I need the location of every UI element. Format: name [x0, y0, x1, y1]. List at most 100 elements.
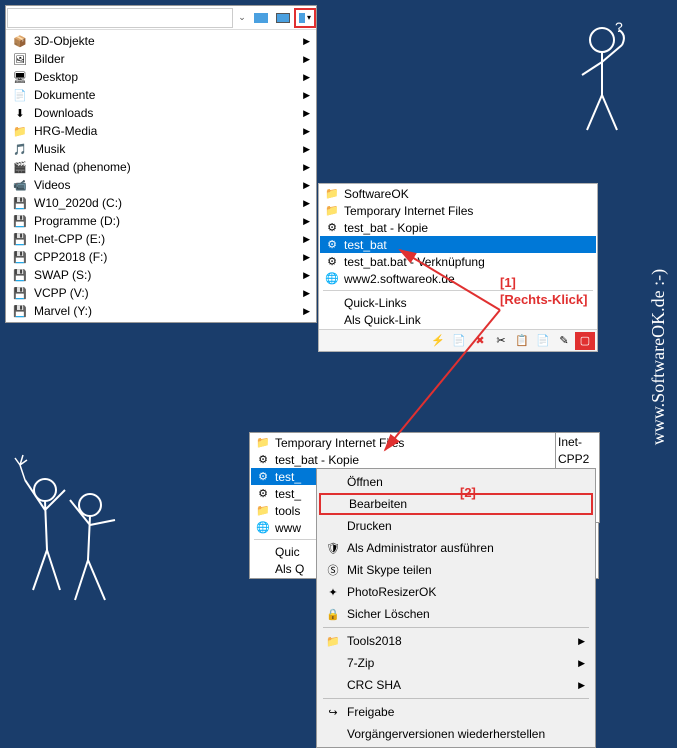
drive-label: SWAP (S:)	[34, 268, 91, 282]
annotation-1b: [Rechts-Klick]	[500, 292, 587, 307]
drive-item[interactable]: 💾W10_2020d (C:)▶	[6, 194, 316, 212]
context-menu-item[interactable]: ✦ PhotoResizerOK	[319, 581, 593, 603]
submenu-arrow-icon: ▶	[303, 144, 310, 155]
view-icon-1[interactable]	[250, 8, 272, 28]
drive-label: Videos	[34, 178, 70, 192]
menu-separator	[323, 627, 589, 628]
drive-icon: 📄	[12, 88, 28, 102]
context-menu-item[interactable]: ↪ Freigabe	[319, 701, 593, 723]
file-icon: ⚙	[324, 221, 340, 235]
menu-item-label: Mit Skype teilen	[347, 563, 432, 577]
address-dropdown-icon[interactable]: ⌄	[234, 12, 250, 23]
file-icon: ⚙	[324, 238, 340, 252]
file-label: test_	[275, 470, 301, 484]
file-icon: 📁	[324, 187, 340, 201]
file-icon: 📁	[255, 504, 271, 518]
context-menu-item[interactable]: ⓈMit Skype teilen	[319, 559, 593, 581]
context-menu-item[interactable]: 7-Zip ▶	[319, 652, 593, 674]
file-item[interactable]: ⚙ test_bat - Kopie	[320, 219, 596, 236]
submenu-arrow-icon: ▶	[303, 198, 310, 209]
drive-label: Musik	[34, 142, 65, 156]
context-menu-item[interactable]: Drucken	[319, 515, 593, 537]
drive-item[interactable]: 📦3D-Objekte▶	[6, 32, 316, 50]
annotation-2: [2]	[460, 485, 476, 500]
svg-text:?: ?	[615, 20, 623, 35]
drive-icon: 💾	[12, 250, 28, 264]
menu-item-label: Vorgängerversionen wiederherstellen	[347, 727, 545, 741]
drive-item[interactable]: 🖼Bilder▶	[6, 50, 316, 68]
drive-item[interactable]: 💾SWAP (S:)▶	[6, 266, 316, 284]
context-menu: Öffnen Bearbeiten Drucken 🛡Als Administrato…	[316, 468, 596, 748]
drive-item[interactable]: 💾Inet-CPP (E:)▶	[6, 230, 316, 248]
file-icon: 📁	[324, 204, 340, 218]
file-item[interactable]: 📁SoftwareOK	[320, 185, 596, 202]
menu-item-label: Drucken	[347, 519, 392, 533]
file-icon: 🌐	[324, 272, 340, 286]
context-menu-item[interactable]: Bearbeiten	[319, 493, 593, 515]
menu-item-label: CRC SHA	[347, 678, 401, 692]
context-menu-item[interactable]: CRC SHA▶	[319, 674, 593, 696]
submenu-arrow-icon: ▶	[578, 658, 585, 669]
submenu-arrow-icon: ▶	[303, 180, 310, 191]
file-item[interactable]: 📁Temporary Internet Files	[320, 202, 596, 219]
context-menu-item[interactable]: Öffnen	[319, 471, 593, 493]
drive-label: VCPP (V:)	[34, 286, 89, 300]
drive-item[interactable]: 💾Marvel (Y:)▶	[6, 302, 316, 320]
drive-item[interactable]: 📹Videos▶	[6, 176, 316, 194]
menu-item-icon: ↪	[325, 706, 341, 719]
drive-icon: 💾	[12, 232, 28, 246]
menu-item-icon: 🛡	[325, 542, 341, 555]
drive-item[interactable]: 📁HRG-Media▶	[6, 122, 316, 140]
drive-item[interactable]: ⬇Downloads▶	[6, 104, 316, 122]
menu-item-label: 7-Zip	[347, 656, 374, 670]
submenu-arrow-icon: ▶	[578, 636, 585, 647]
submenu-arrow-icon: ▶	[303, 90, 310, 101]
context-menu-item[interactable]: 🔒 Sicher Löschen	[319, 603, 593, 625]
context-menu-item[interactable]: Vorgängerversionen wiederherstellen	[319, 723, 593, 745]
drive-item[interactable]: 💾VCPP (V:)▶	[6, 284, 316, 302]
drive-icon: 💾	[12, 304, 28, 318]
drive-label: Dokumente	[34, 88, 95, 102]
context-menu-item[interactable]: 🛡Als Administrator ausführen	[319, 537, 593, 559]
submenu-arrow-icon: ▶	[303, 270, 310, 281]
view-icon-2[interactable]	[272, 8, 294, 28]
drive-item[interactable]: 💾 CPP2018 (F:) ▶	[6, 248, 316, 266]
drive-label: W10_2020d (C:)	[34, 196, 122, 210]
drive-icon: 💾	[12, 214, 28, 228]
menu-item-label: PhotoResizerOK	[347, 585, 436, 599]
menu-item-label: Sicher Löschen	[347, 607, 430, 621]
file-label: test_bat - Kopie	[275, 453, 359, 467]
drive-item[interactable]: 🎵 Musik ▶	[6, 140, 316, 158]
drive-item[interactable]: 🖥Desktop▶	[6, 68, 316, 86]
submenu-arrow-icon: ▶	[303, 252, 310, 263]
menu-item-label: Bearbeiten	[349, 497, 407, 511]
drive-item[interactable]: 📄 Dokumente ▶	[6, 86, 316, 104]
monitor-dropdown-icon[interactable]: ▾	[294, 8, 316, 28]
submenu-arrow-icon: ▶	[303, 288, 310, 299]
submenu-arrow-icon: ▶	[303, 216, 310, 227]
drive-item[interactable]: 💾Programme (D:)▶	[6, 212, 316, 230]
drive-icon: 🎵	[12, 142, 28, 156]
menu-item-label: Öffnen	[347, 475, 383, 489]
menu-item-label: Freigabe	[347, 705, 394, 719]
submenu-arrow-icon: ▶	[303, 126, 310, 137]
menu-item-icon: ✦	[325, 586, 341, 599]
watermark: www.SoftwareOK.de :-)	[648, 268, 669, 444]
address-input[interactable]	[7, 8, 233, 28]
drive-label: CPP2018 (F:)	[34, 250, 107, 264]
figure-dancing	[5, 430, 145, 630]
submenu-arrow-icon: ▶	[303, 162, 310, 173]
context-menu-item[interactable]: 📁Tools2018▶	[319, 630, 593, 652]
submenu-arrow-icon: ▶	[303, 234, 310, 245]
drive-icon: 🎬	[12, 160, 28, 174]
address-bar: ⌄ ▾	[6, 6, 316, 30]
drive-label: Downloads	[34, 106, 93, 120]
drive-icon: 🖼	[12, 52, 28, 66]
drive-item[interactable]: 🎬Nenad (phenome)▶	[6, 158, 316, 176]
file-icon: ⚙	[324, 255, 340, 269]
menu-item-icon: 🔒	[325, 608, 341, 621]
file-icon: ⚙	[255, 470, 271, 484]
file-icon: 📁	[255, 436, 271, 450]
file-label: test_bat - Kopie	[344, 221, 428, 235]
file-icon: ⚙	[255, 453, 271, 467]
